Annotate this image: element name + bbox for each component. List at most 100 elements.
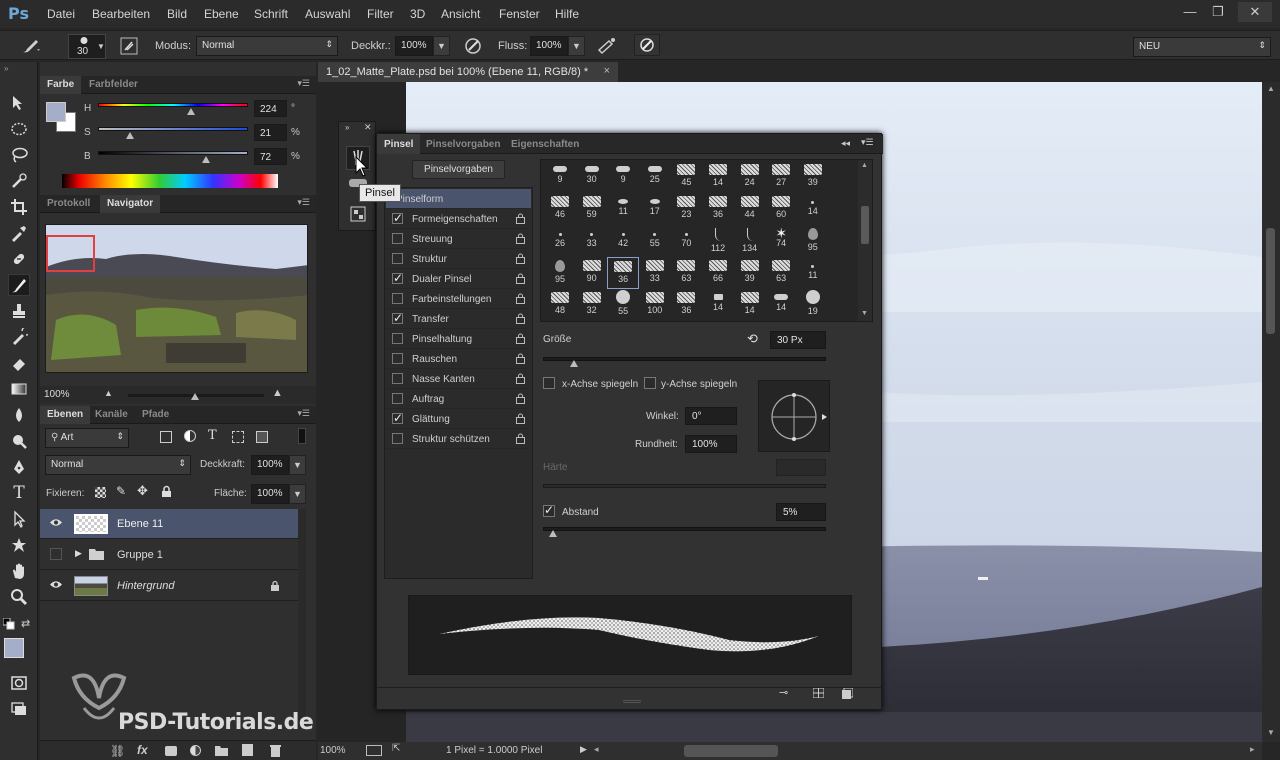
lock-icon[interactable]	[516, 353, 525, 364]
brush-tip[interactable]: 59	[576, 193, 608, 225]
brush-tip[interactable]: 32	[576, 289, 608, 321]
lock-icon[interactable]	[516, 393, 525, 404]
brush-tip[interactable]: 55	[639, 225, 671, 257]
brush-grid-icon[interactable]	[813, 688, 824, 698]
lasso-tool-icon[interactable]	[8, 144, 30, 166]
fill-dropdown[interactable]: ▼	[289, 484, 306, 504]
gradient-tool-icon[interactable]	[8, 378, 30, 400]
close-tab-icon[interactable]: ×	[604, 65, 610, 77]
saturation-slider-thumb[interactable]	[125, 132, 134, 139]
workspace-select[interactable]: NEU ⇕	[1133, 37, 1271, 57]
move-tool-icon[interactable]	[8, 92, 30, 114]
brightness-input[interactable]: 72	[254, 148, 287, 165]
brush-tip[interactable]: 33	[639, 257, 671, 289]
brush-tip[interactable]: 70	[670, 225, 702, 257]
slider-thumb[interactable]	[191, 393, 199, 400]
add-mask-icon[interactable]	[165, 746, 177, 756]
panel-menu-icon[interactable]: ▾☰	[297, 408, 310, 419]
quick-selection-tool-icon[interactable]	[8, 170, 30, 192]
swap-colors-icon[interactable]: ⇄	[21, 617, 30, 630]
type-tool-icon[interactable]: T	[8, 482, 30, 504]
new-group-icon[interactable]	[215, 745, 228, 756]
visibility-toggle[interactable]	[50, 548, 62, 560]
tab-kanaele[interactable]: Kanäle	[88, 406, 135, 424]
brush-tip[interactable]: 30	[576, 161, 608, 193]
brush-setting-checkbox[interactable]: ✓	[392, 211, 403, 225]
restore-button[interactable]: ❐	[1204, 2, 1232, 22]
scroll-up-icon[interactable]: ▲	[1267, 84, 1275, 93]
spacing-input[interactable]: 5%	[776, 503, 826, 521]
zoom-in-icon[interactable]: ▲	[272, 387, 283, 399]
brush-tip[interactable]: 66	[702, 257, 734, 289]
crop-tool-icon[interactable]	[8, 196, 30, 218]
brush-tip[interactable]: 36	[607, 257, 640, 289]
layer-row[interactable]: Ebene 11	[40, 509, 298, 539]
menu-schrift[interactable]: Schrift	[254, 7, 288, 21]
layer-opacity-input[interactable]: 100%	[251, 455, 289, 475]
brush-tip[interactable]: 95	[797, 225, 829, 257]
filter-smartobject-icon[interactable]	[256, 431, 268, 443]
roundness-input[interactable]: 100%	[685, 435, 737, 453]
scroll-thumb[interactable]	[861, 206, 869, 244]
toggle-preview-icon[interactable]: ⊸	[779, 686, 788, 699]
tab-pfade[interactable]: Pfade	[135, 406, 176, 424]
tab-pinsel[interactable]: Pinsel	[377, 134, 421, 154]
filter-type-icon[interactable]: T	[208, 428, 217, 443]
marquee-tool-icon[interactable]	[8, 118, 30, 140]
new-brush-icon[interactable]	[842, 688, 853, 699]
brush-setting-checkbox[interactable]	[392, 393, 403, 404]
menu-auswahl[interactable]: Auswahl	[305, 7, 350, 21]
default-colors-icon[interactable]	[3, 618, 15, 630]
brush-setting-checkbox[interactable]: ✓	[392, 311, 403, 325]
brush-setting-row[interactable]: Farbeinstellungen	[386, 289, 531, 309]
brush-tip[interactable]: 39	[734, 257, 766, 289]
menu-3d[interactable]: 3D	[410, 7, 425, 21]
brush-setting-checkbox[interactable]: ✓	[392, 411, 403, 425]
tips-scrollbar[interactable]: ▲ ▼	[858, 160, 872, 321]
layer-filter-select[interactable]: ⚲ Art ⇕	[45, 428, 129, 448]
brush-tip[interactable]: 14	[734, 289, 766, 321]
size-input[interactable]: 30 Px	[770, 331, 826, 349]
reset-size-icon[interactable]: ⟲	[747, 331, 758, 347]
pressure-size-icon[interactable]	[634, 34, 660, 56]
brush-tip[interactable]: 39	[797, 161, 829, 193]
brush-tip[interactable]: 24	[734, 161, 766, 193]
link-layers-icon[interactable]: ⛓	[110, 744, 125, 758]
size-slider-thumb[interactable]	[569, 360, 578, 367]
menu-ansicht[interactable]: Ansicht	[441, 7, 480, 21]
lock-icon[interactable]	[516, 373, 525, 384]
brush-tool-icon[interactable]	[8, 274, 30, 296]
brush-tip[interactable]: 14	[702, 161, 734, 193]
tab-protokoll[interactable]: Protokoll	[40, 195, 97, 213]
brush-tip[interactable]: 14	[797, 193, 829, 225]
close-window-button[interactable]: ✕	[1238, 2, 1272, 22]
brush-tip[interactable]: ✶ 74	[765, 225, 797, 257]
brush-tip[interactable]: 63	[670, 257, 702, 289]
brush-tip[interactable]: 11	[607, 193, 639, 225]
airbrush-icon[interactable]	[596, 36, 618, 56]
hand-tool-icon[interactable]	[8, 560, 30, 582]
filter-shape-icon[interactable]	[232, 431, 244, 443]
lock-icon[interactable]	[516, 433, 525, 444]
brush-tip[interactable]: 134	[734, 225, 766, 257]
lock-icon[interactable]	[516, 273, 525, 284]
brush-tip[interactable]: 14	[702, 289, 734, 321]
spacing-slider[interactable]	[543, 527, 826, 531]
lock-position-icon[interactable]: ✥	[137, 483, 148, 499]
brush-setting-row[interactable]: Streuung	[386, 229, 531, 249]
brush-setting-row[interactable]: Rauschen	[386, 349, 531, 369]
layer-name[interactable]: Ebene 11	[117, 518, 163, 530]
brush-tip[interactable]: 11	[797, 257, 829, 289]
tab-pinselvorgaben[interactable]: Pinselvorgaben	[419, 134, 507, 152]
brush-setting-row[interactable]: ✓ Formeigenschaften	[386, 209, 531, 229]
brush-tip[interactable]: 9	[544, 161, 576, 193]
brush-tool-icon[interactable]	[20, 37, 42, 55]
lock-transparency-icon[interactable]	[95, 487, 106, 498]
menu-datei[interactable]: Datei	[47, 7, 75, 21]
pen-tool-icon[interactable]	[8, 456, 30, 478]
deckkraft-input[interactable]: 100%	[395, 36, 433, 56]
brush-setting-row[interactable]: Pinselhaltung	[386, 329, 531, 349]
saturation-slider[interactable]	[98, 127, 248, 131]
brush-tip[interactable]: 14	[765, 289, 797, 321]
scroll-right-icon[interactable]: ▸	[1250, 744, 1255, 755]
